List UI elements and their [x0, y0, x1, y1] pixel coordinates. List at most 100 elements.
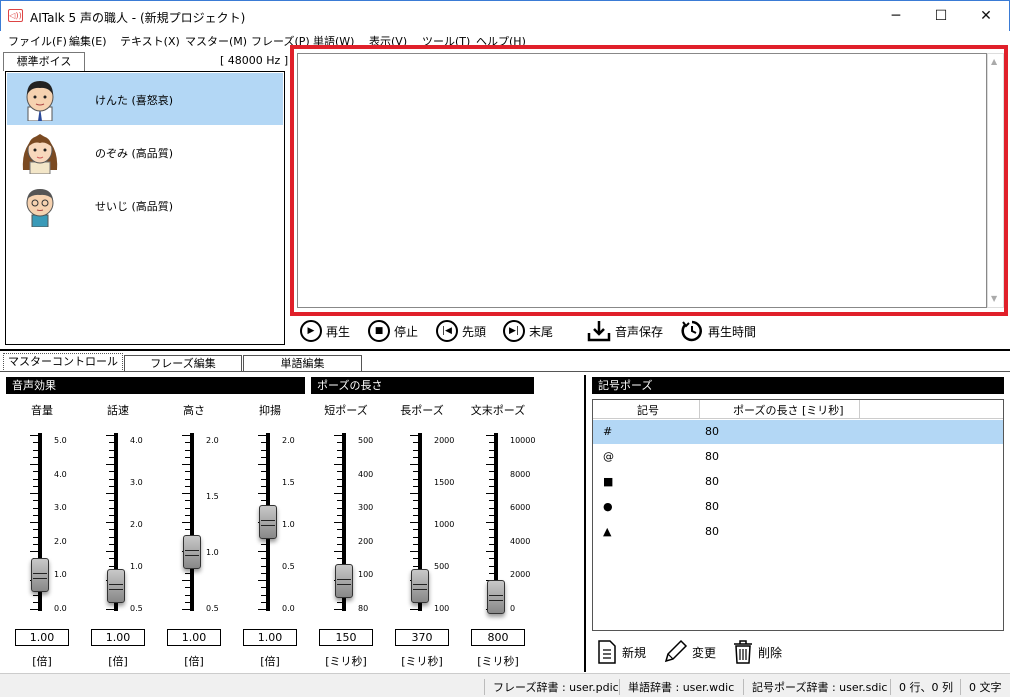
slider-thumb[interactable] [259, 505, 277, 539]
slider-unit: [倍] [184, 655, 204, 668]
scroll-up-icon[interactable]: ▲ [991, 57, 997, 66]
scale-tick-label: 500 [434, 562, 450, 571]
tick-mark [30, 551, 38, 552]
tick-mark [182, 435, 190, 436]
tab-master-control[interactable]: マスターコントロール [3, 353, 123, 372]
slider-label: 高さ [183, 404, 205, 417]
tick-mark [106, 493, 114, 494]
scale-tick-label: 1000 [434, 520, 455, 529]
scale-tick-label: 80 [358, 604, 369, 613]
play-button[interactable]: ▶ 再生 [300, 316, 350, 346]
head-button[interactable]: |◀ 先頭 [436, 316, 486, 346]
slider-value-input[interactable]: 800 [471, 629, 525, 646]
slider-label: 文末ポーズ [470, 404, 526, 417]
tick-mark [258, 493, 266, 494]
table-row[interactable]: ● 80 [593, 495, 1003, 519]
symbol-cell: # [603, 425, 613, 438]
scale-tick-label: 1.0 [206, 548, 219, 557]
delete-label: 削除 [758, 645, 783, 660]
slider-thumb[interactable] [107, 568, 125, 603]
scale-tick-label: 8000 [510, 469, 531, 479]
status-char-count: 0 文字 [960, 679, 1002, 695]
menu-text[interactable]: テキスト(X) [120, 33, 180, 49]
app-speaker-icon[interactable]: ◁)) [8, 9, 23, 22]
column-separator [859, 400, 860, 419]
head-label: 先頭 [462, 324, 487, 339]
scale-tick-label: 300 [358, 503, 374, 513]
slider-value-input[interactable]: 1.00 [91, 629, 145, 646]
voice-item-kenta[interactable]: けんた (喜怒哀) [7, 73, 283, 125]
tab-phrase-edit[interactable]: フレーズ編集 [124, 355, 242, 372]
slider-label: 抑揚 [259, 404, 281, 417]
delete-button[interactable]: 削除 [732, 638, 782, 666]
slider-value-input[interactable]: 1.00 [15, 629, 69, 646]
slider-thumb[interactable] [183, 534, 201, 569]
slider-value-input[interactable]: 150 [319, 629, 373, 646]
play-time-button[interactable]: 再生時間 [680, 316, 756, 346]
symbol-cell: ■ [603, 475, 614, 488]
voice-item-seiji[interactable]: せいじ (高品質) [7, 179, 283, 231]
slider-value-input[interactable]: 370 [395, 629, 449, 646]
slider-label: 話速 [107, 404, 129, 417]
slider-value-input[interactable]: 1.00 [243, 629, 297, 646]
tick-mark [106, 609, 114, 610]
tick-mark [258, 580, 266, 581]
tab-word-edit[interactable]: 単語編集 [243, 355, 362, 372]
scale-tick-label: 200 [358, 536, 374, 546]
slider-track[interactable] [190, 433, 194, 611]
table-row[interactable]: # 80 [593, 420, 1003, 444]
table-row[interactable]: @ 80 [593, 445, 1003, 469]
column-header-symbol[interactable]: 記号 [637, 402, 659, 418]
slider-scale: 10000 8000 6000 4000 2000 0 [510, 433, 536, 613]
horizontal-divider[interactable] [0, 349, 1010, 351]
scale-tick-label: 0.5 [282, 562, 295, 571]
maximize-button[interactable]: ☐ [918, 1, 964, 31]
scale-tick-label: 0 [510, 604, 516, 613]
new-button[interactable]: 新規 [596, 638, 646, 666]
tick-mark [410, 522, 418, 523]
scale-tick-label: 100 [434, 604, 450, 613]
close-button[interactable]: ✕ [963, 1, 1009, 31]
pause-length-header: ポーズの長さ [311, 377, 534, 394]
text-editor[interactable] [297, 53, 987, 308]
slider-thumb[interactable] [411, 568, 429, 603]
slider-value-input[interactable]: 1.00 [167, 629, 221, 646]
slider-thumb[interactable] [487, 579, 505, 614]
status-cursor: 0 行、0 列 [890, 679, 953, 695]
voice-item-nozomi[interactable]: のぞみ (高品質) [7, 126, 283, 178]
menu-file[interactable]: ファイル(F) [8, 33, 67, 49]
scroll-down-icon[interactable]: ▼ [991, 294, 997, 303]
menu-master[interactable]: マスター(M) [185, 33, 247, 49]
tab-standard-voice[interactable]: 標準ボイス [3, 52, 85, 71]
minimize-button[interactable]: ─ [873, 1, 919, 31]
editor-scrollbar[interactable]: ▲ ▼ [987, 53, 1004, 308]
table-row[interactable]: ▲ 80 [593, 520, 1003, 544]
edit-button[interactable]: 変更 [662, 638, 716, 666]
status-bar: フレーズ辞書 : user.pdic 単語辞書 : user.wdic 記号ポー… [0, 673, 1010, 697]
save-audio-button[interactable]: 音声保存 [587, 316, 663, 346]
tick-mark [334, 522, 342, 523]
length-cell: 80 [705, 450, 719, 463]
slider-thumb[interactable] [335, 564, 353, 599]
title-bar: ◁)) AITalk 5 声の職人 - (新規プロジェクト) ─ ☐ ✕ [0, 0, 1010, 31]
slider-unit: [倍] [260, 655, 280, 668]
slider-scale: 500 400 300 200 100 80 [358, 433, 384, 613]
menu-edit[interactable]: 編集(E) [69, 33, 107, 49]
slider-unit: [倍] [108, 655, 128, 668]
save-audio-label: 音声保存 [615, 324, 664, 339]
tick-mark [486, 435, 494, 436]
slider-thumb[interactable] [31, 558, 49, 593]
scale-tick-label: 0.5 [206, 604, 219, 613]
symbol-cell: @ [603, 450, 614, 463]
tick-mark [486, 464, 494, 465]
scale-tick-label: 1500 [434, 478, 455, 487]
column-header-length[interactable]: ポーズの長さ [ミリ秒] [733, 402, 844, 418]
table-row[interactable]: ■ 80 [593, 470, 1003, 494]
timer-icon [681, 320, 702, 342]
stop-button[interactable]: ■ 停止 [368, 316, 418, 346]
status-phrase-dict: フレーズ辞書 : user.pdic [484, 679, 619, 695]
slider-intonation: 抑揚 2.0 1.5 1.0 0.5 0.0 1.00 [倍] [234, 400, 306, 670]
tail-button[interactable]: ▶| 末尾 [503, 316, 553, 346]
length-cell: 80 [705, 500, 719, 513]
scale-tick-label: 6000 [510, 503, 531, 513]
